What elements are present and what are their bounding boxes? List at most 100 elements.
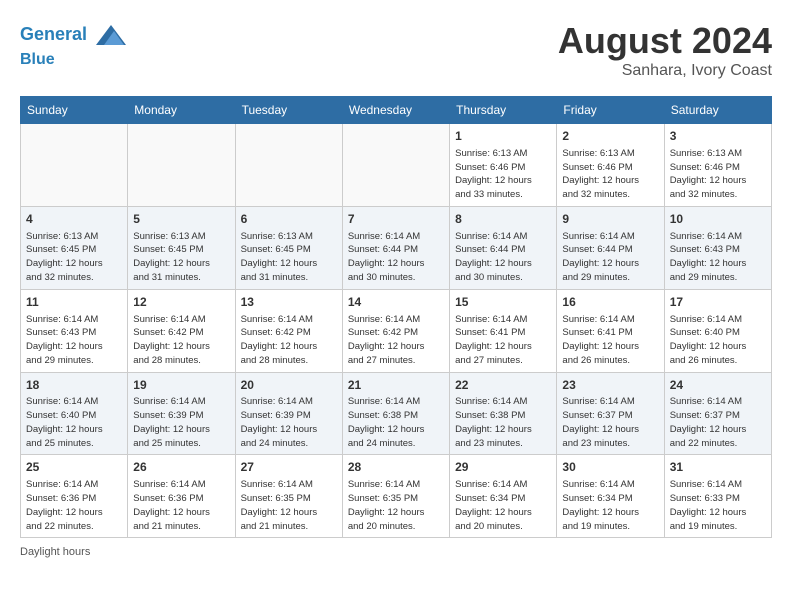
logo-general: General (20, 24, 87, 44)
table-row (235, 124, 342, 207)
day-info: Sunrise: 6:14 AM Sunset: 6:44 PM Dayligh… (348, 230, 444, 285)
table-row: 10 Sunrise: 6:14 AM Sunset: 6:43 PM Dayli… (664, 206, 771, 289)
table-row: 29 Sunrise: 6:14 AM Sunset: 6:34 PM Dayli… (450, 455, 557, 538)
table-row: 7 Sunrise: 6:14 AM Sunset: 6:44 PM Daylig… (342, 206, 449, 289)
table-row: 2Sunrise: 6:13 AM Sunset: 6:46 PM Daylig… (557, 124, 664, 207)
logo: General Blue (20, 20, 126, 69)
day-info: Sunrise: 6:13 AM Sunset: 6:46 PM Dayligh… (670, 147, 766, 202)
day-number: 7 (348, 211, 444, 228)
day-info: Sunrise: 6:14 AM Sunset: 6:44 PM Dayligh… (562, 230, 658, 285)
day-number: 20 (241, 377, 337, 394)
logo-icon (96, 20, 126, 50)
day-info: Sunrise: 6:14 AM Sunset: 6:37 PM Dayligh… (670, 395, 766, 450)
day-number: 18 (26, 377, 122, 394)
day-info: Sunrise: 6:14 AM Sunset: 6:43 PM Dayligh… (670, 230, 766, 285)
day-number: 11 (26, 294, 122, 311)
table-row: 17 Sunrise: 6:14 AM Sunset: 6:40 PM Dayli… (664, 289, 771, 372)
table-row: 31Sunrise: 6:14 AM Sunset: 6:33 PM Dayli… (664, 455, 771, 538)
day-number: 26 (133, 459, 229, 476)
day-info: Sunrise: 6:14 AM Sunset: 6:34 PM Dayligh… (562, 478, 658, 533)
day-number: 12 (133, 294, 229, 311)
day-number: 15 (455, 294, 551, 311)
calendar-header-row: Sunday Monday Tuesday Wednesday Thursday… (21, 97, 772, 124)
day-info: Sunrise: 6:14 AM Sunset: 6:40 PM Dayligh… (670, 313, 766, 368)
day-info: Sunrise: 6:13 AM Sunset: 6:45 PM Dayligh… (241, 230, 337, 285)
table-row (342, 124, 449, 207)
day-info: Sunrise: 6:14 AM Sunset: 6:37 PM Dayligh… (562, 395, 658, 450)
calendar-week-row: 11 Sunrise: 6:14 AM Sunset: 6:43 PM Dayli… (21, 289, 772, 372)
day-info: Sunrise: 6:14 AM Sunset: 6:33 PM Dayligh… (670, 478, 766, 533)
table-row: 18Sunrise: 6:14 AM Sunset: 6:40 PM Dayli… (21, 372, 128, 455)
day-info: Sunrise: 6:14 AM Sunset: 6:42 PM Dayligh… (241, 313, 337, 368)
day-info: Sunrise: 6:14 AM Sunset: 6:34 PM Dayligh… (455, 478, 551, 533)
location-subtitle: Sanhara, Ivory Coast (558, 62, 772, 80)
table-row: 21Sunrise: 6:14 AM Sunset: 6:38 PM Dayli… (342, 372, 449, 455)
day-number: 29 (455, 459, 551, 476)
table-row: 13 Sunrise: 6:14 AM Sunset: 6:42 PM Dayli… (235, 289, 342, 372)
day-info: Sunrise: 6:13 AM Sunset: 6:46 PM Dayligh… (455, 147, 551, 202)
day-info: Sunrise: 6:14 AM Sunset: 6:44 PM Dayligh… (455, 230, 551, 285)
day-number: 8 (455, 211, 551, 228)
logo-text: General (20, 20, 126, 50)
day-info: Sunrise: 6:13 AM Sunset: 6:45 PM Dayligh… (26, 230, 122, 285)
title-block: August 2024 Sanhara, Ivory Coast (558, 20, 772, 80)
calendar-week-row: 4Sunrise: 6:13 AM Sunset: 6:45 PM Daylig… (21, 206, 772, 289)
day-number: 25 (26, 459, 122, 476)
day-number: 3 (670, 128, 766, 145)
day-number: 16 (562, 294, 658, 311)
table-row: 8 Sunrise: 6:14 AM Sunset: 6:44 PM Daylig… (450, 206, 557, 289)
day-number: 19 (133, 377, 229, 394)
day-number: 6 (241, 211, 337, 228)
day-info: Sunrise: 6:14 AM Sunset: 6:41 PM Dayligh… (455, 313, 551, 368)
table-row: 12Sunrise: 6:14 AM Sunset: 6:42 PM Dayli… (128, 289, 235, 372)
table-row: 25Sunrise: 6:14 AM Sunset: 6:36 PM Dayli… (21, 455, 128, 538)
col-thursday: Thursday (450, 97, 557, 124)
day-number: 17 (670, 294, 766, 311)
col-tuesday: Tuesday (235, 97, 342, 124)
table-row: 20Sunrise: 6:14 AM Sunset: 6:39 PM Dayli… (235, 372, 342, 455)
day-info: Sunrise: 6:14 AM Sunset: 6:43 PM Dayligh… (26, 313, 122, 368)
day-number: 30 (562, 459, 658, 476)
footer-note: Daylight hours (20, 546, 772, 558)
day-info: Sunrise: 6:14 AM Sunset: 6:41 PM Dayligh… (562, 313, 658, 368)
logo-blue: Blue (20, 50, 126, 69)
table-row: 22Sunrise: 6:14 AM Sunset: 6:38 PM Dayli… (450, 372, 557, 455)
col-sunday: Sunday (21, 97, 128, 124)
day-number: 28 (348, 459, 444, 476)
day-info: Sunrise: 6:14 AM Sunset: 6:35 PM Dayligh… (348, 478, 444, 533)
table-row: 27 Sunrise: 6:14 AM Sunset: 6:35 PM Dayli… (235, 455, 342, 538)
day-info: Sunrise: 6:14 AM Sunset: 6:39 PM Dayligh… (133, 395, 229, 450)
col-wednesday: Wednesday (342, 97, 449, 124)
day-number: 10 (670, 211, 766, 228)
day-number: 13 (241, 294, 337, 311)
day-info: Sunrise: 6:14 AM Sunset: 6:36 PM Dayligh… (133, 478, 229, 533)
table-row (128, 124, 235, 207)
table-row: 26 Sunrise: 6:14 AM Sunset: 6:36 PM Dayli… (128, 455, 235, 538)
table-row: 19Sunrise: 6:14 AM Sunset: 6:39 PM Dayli… (128, 372, 235, 455)
table-row: 28 Sunrise: 6:14 AM Sunset: 6:35 PM Dayli… (342, 455, 449, 538)
month-year-title: August 2024 (558, 20, 772, 62)
calendar-week-row: 1 Sunrise: 6:13 AM Sunset: 6:46 PM Daylig… (21, 124, 772, 207)
day-info: Sunrise: 6:14 AM Sunset: 6:38 PM Dayligh… (455, 395, 551, 450)
day-info: Sunrise: 6:14 AM Sunset: 6:42 PM Dayligh… (348, 313, 444, 368)
day-info: Sunrise: 6:14 AM Sunset: 6:35 PM Dayligh… (241, 478, 337, 533)
day-number: 27 (241, 459, 337, 476)
day-number: 22 (455, 377, 551, 394)
day-info: Sunrise: 6:14 AM Sunset: 6:39 PM Dayligh… (241, 395, 337, 450)
day-info: Sunrise: 6:14 AM Sunset: 6:38 PM Dayligh… (348, 395, 444, 450)
day-info: Sunrise: 6:14 AM Sunset: 6:40 PM Dayligh… (26, 395, 122, 450)
page-header: General Blue August 2024 Sanhara, Ivory … (20, 20, 772, 80)
day-info: Sunrise: 6:13 AM Sunset: 6:46 PM Dayligh… (562, 147, 658, 202)
day-number: 5 (133, 211, 229, 228)
table-row: 14Sunrise: 6:14 AM Sunset: 6:42 PM Dayli… (342, 289, 449, 372)
calendar-week-row: 18Sunrise: 6:14 AM Sunset: 6:40 PM Dayli… (21, 372, 772, 455)
day-number: 1 (455, 128, 551, 145)
table-row: 9Sunrise: 6:14 AM Sunset: 6:44 PM Daylig… (557, 206, 664, 289)
table-row: 24Sunrise: 6:14 AM Sunset: 6:37 PM Dayli… (664, 372, 771, 455)
col-friday: Friday (557, 97, 664, 124)
col-saturday: Saturday (664, 97, 771, 124)
table-row: 1 Sunrise: 6:13 AM Sunset: 6:46 PM Daylig… (450, 124, 557, 207)
calendar-week-row: 25 Sunrise: 6:14 AM Sunset: 6:36 PM Dayli… (21, 455, 772, 538)
table-row: 6 Sunrise: 6:13 AM Sunset: 6:45 PM Daylig… (235, 206, 342, 289)
table-row: 23Sunrise: 6:14 AM Sunset: 6:37 PM Dayli… (557, 372, 664, 455)
